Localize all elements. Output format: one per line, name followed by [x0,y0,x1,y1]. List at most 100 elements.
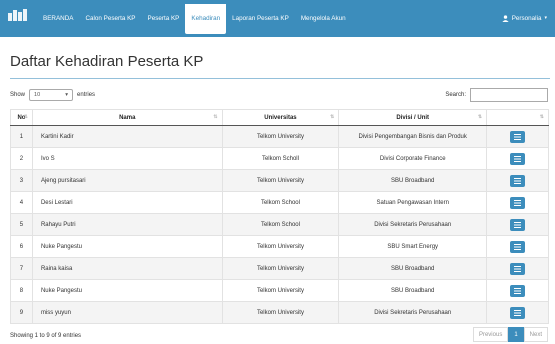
cell-no: 7 [10,257,33,280]
cell-universitas: Telkom School [221,191,340,214]
cell-divisi: SBU Broadband [338,169,488,192]
view-attendance-button[interactable] [510,130,526,143]
cell-divisi: SBU Broadband [338,257,488,280]
cell-divisi: SBU Smart Energy [338,235,488,258]
brand-logo-icon[interactable] [8,7,28,25]
page-title: Daftar Kehadiran Peserta KP [10,53,204,70]
cell-universitas: Telkom University [221,125,340,148]
cell-action [486,301,549,324]
title-divider [10,78,550,79]
cell-action [486,279,549,302]
list-icon [514,177,522,184]
cell-nama: Rahayu Putri [31,213,223,236]
list-icon [514,221,522,228]
entries-length-select[interactable]: 10 ▾ [29,89,74,101]
cell-nama: Desi Lestari [31,191,223,214]
cell-universitas: Telkom University [221,257,340,280]
view-attendance-button[interactable] [510,174,526,187]
view-attendance-button[interactable] [510,196,526,209]
table-row: 5 Rahayu Putri Telkom School Divisi Sekreta… [10,213,549,236]
column-header-universitas[interactable]: Universitas ⇅ [221,109,340,126]
cell-action [486,147,549,170]
list-icon [514,243,522,250]
cell-nama: Ivo S [31,147,223,170]
cell-no: 3 [10,169,33,192]
table-row: 3 Ajeng pursitasari Telkom University SBU B… [10,169,549,192]
table-row: 8 Nuke Pangestu Telkom University SBU Broad… [10,279,549,302]
sort-icon: ⇅ [213,114,218,120]
cell-action [486,125,549,148]
cell-nama: Nuke Pangestu [31,235,223,258]
column-header-divisi[interactable]: Divisi / Unit ⇅ [338,109,488,126]
show-label: Show [10,92,26,98]
table-row: 9 miss yuyun Telkom University Divisi Sekre… [10,301,549,324]
cell-divisi: Divisi Corporate Finance [338,147,488,170]
sort-asc-icon: ⇅ [23,114,28,120]
cell-universitas: Telkom University [221,301,340,324]
search-input[interactable] [470,88,548,102]
table-info: Showing 1 to 9 of 9 entries [10,333,82,339]
view-attendance-button[interactable] [510,306,526,319]
list-icon [514,287,522,294]
view-attendance-button[interactable] [510,284,526,297]
search-label: Search: [445,92,466,98]
table-row: 4 Desi Lestari Telkom School Satuan Pengawa… [10,191,549,214]
pagination: Previous 1 Next [472,327,548,342]
sort-icon: ⇅ [539,114,544,120]
view-attendance-button[interactable] [510,218,526,231]
view-attendance-button[interactable] [510,152,526,165]
nav-item-beranda[interactable]: BERANDA [37,0,79,37]
nav-item-kehadiran[interactable]: Kehadiran [185,3,227,34]
cell-no: 1 [10,125,33,148]
list-icon [514,133,522,140]
cell-divisi: Satuan Pengawasan Intern [338,191,488,214]
table-row: 2 Ivo S Telkom Scholl Divisi Corporate Fina… [10,147,549,170]
attendance-table: No ⇅ Nama ⇅ Universitas ⇅ Divisi / Unit ⇅ ⇅ … [10,109,549,324]
view-attendance-button[interactable] [510,262,526,275]
user-icon [502,15,509,22]
list-icon [514,155,522,162]
nav-item-laporan-peserta-kp[interactable]: Laporan Peserta KP [226,0,295,37]
list-icon [514,309,522,316]
cell-universitas: Telkom University [221,279,340,302]
user-menu[interactable]: Personalia ▾ [502,0,547,37]
cell-action [486,257,549,280]
chevron-down-icon: ▾ [65,92,69,98]
cell-universitas: Telkom Scholl [221,147,340,170]
column-header-action[interactable]: ⇅ [486,109,549,126]
column-header-no[interactable]: No ⇅ [10,109,33,126]
next-page-button[interactable]: Next [523,327,548,342]
nav-item-mengelola-akun[interactable]: Mengelola Akun [295,0,352,37]
cell-no: 4 [10,191,33,214]
table-row: 6 Nuke Pangestu Telkom University SBU Smart… [10,235,549,258]
list-icon [514,265,522,272]
cell-action [486,235,549,258]
cell-nama: miss yuyun [31,301,223,324]
table-row: 1 Kartini Kadir Telkom University Divisi Pe… [10,125,549,148]
entries-label: entries [77,92,96,98]
entries-length-control: Show 10 ▾ entries [10,89,95,101]
cell-no: 9 [10,301,33,324]
column-header-nama[interactable]: Nama ⇅ [31,109,223,126]
cell-nama: Nuke Pangestu [31,279,223,302]
cell-divisi: Divisi Pengembangan Bisnis dan Produk [338,125,488,148]
cell-no: 2 [10,147,33,170]
table-header-row: No ⇅ Nama ⇅ Universitas ⇅ Divisi / Unit ⇅ ⇅ [10,109,549,126]
cell-universitas: Telkom University [221,169,340,192]
nav-item-calon-peserta-kp[interactable]: Calon Peserta KP [79,0,141,37]
cell-universitas: Telkom School [221,213,340,236]
cell-no: 8 [10,279,33,302]
previous-page-button[interactable]: Previous [472,327,509,342]
page-1-button[interactable]: 1 [508,327,524,342]
view-attendance-button[interactable] [510,240,526,253]
search-control: Search: [445,88,548,102]
cell-divisi: Divisi Sekretaris Perusahaan [338,213,488,236]
cell-action [486,169,549,192]
cell-divisi: SBU Broadband [338,279,488,302]
cell-no: 5 [10,213,33,236]
list-icon [514,199,522,206]
nav-item-peserta-kp[interactable]: Peserta KP [142,0,186,37]
cell-divisi: Divisi Sekretaris Perusahaan [338,301,488,324]
user-label: Personalia [511,15,542,22]
table-row: 7 Raina kaisa Telkom University SBU Broadba… [10,257,549,280]
